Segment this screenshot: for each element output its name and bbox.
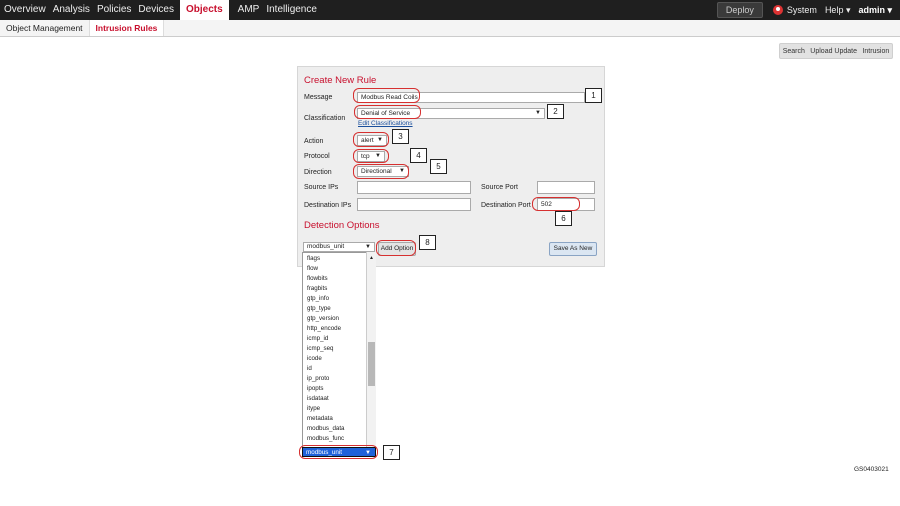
edit-classifications-link[interactable]: Edit Classifications [358,120,413,127]
create-rule-panel: Create New Rule Message Modbus Read Coil… [297,66,605,267]
action-label: Action [304,138,324,145]
rule-toolbar: Search Upload Update Intrusion [779,43,893,59]
destination-ips-input[interactable] [357,198,471,211]
source-port-input[interactable] [537,181,595,194]
top-nav-right: Deploy System Help ▾ admin ▾ [716,0,900,20]
list-item[interactable]: modbus_data [307,425,345,433]
highlight-direction [353,164,409,179]
detection-options-title: Detection Options [304,220,380,231]
highlight-protocol [353,149,389,163]
highlight-add-option [376,240,416,256]
nav-analysis[interactable]: Analysis [50,0,93,20]
message-label: Message [304,94,333,101]
list-item[interactable]: gtp_type [307,305,331,313]
system-menu[interactable]: System [787,5,817,15]
detection-option-list[interactable]: flags flow flowbits fragbits gtp_info gt… [302,252,376,448]
nav-overview[interactable]: Overview [1,0,49,20]
chevron-down-icon: ▼ [365,244,371,250]
page: Overview Analysis Policies Devices Objec… [0,0,900,506]
detection-option-value: modbus_unit [307,243,345,250]
nav-objects[interactable]: Objects [179,0,229,20]
save-as-new-button[interactable]: Save As New [549,242,597,256]
callout-3: 3 [392,129,409,144]
nav-intelligence[interactable]: Intelligence [263,0,320,20]
scroll-up-icon[interactable]: ▲ [369,255,374,261]
protocol-label: Protocol [304,153,330,160]
figure-code: GS0403021 [854,466,889,473]
search-link[interactable]: Search [783,48,805,55]
upload-update-link[interactable]: Upload Update [810,48,857,55]
callout-5: 5 [430,159,447,174]
nav-policies[interactable]: Policies [94,0,134,20]
list-item[interactable]: id [307,365,312,373]
destination-port-label: Destination Port [481,202,531,209]
callout-4: 4 [410,148,427,163]
list-item[interactable]: gtp_info [307,295,329,303]
list-item[interactable]: modbus_func [307,435,344,443]
dropdown-scrollbar[interactable]: ▲ [366,252,376,448]
highlight-message [353,88,420,103]
source-ips-label: Source IPs [304,184,339,191]
nav-devices[interactable]: Devices [135,0,177,20]
source-ips-input[interactable] [357,181,471,194]
destination-ips-label: Destination IPs [304,202,352,209]
chevron-down-icon: ▼ [535,110,541,116]
highlight-destination-port [532,197,580,211]
list-item[interactable]: icode [307,355,322,363]
tab-intrusion-rules[interactable]: Intrusion Rules [89,20,165,36]
direction-label: Direction [304,169,332,176]
intrusion-link[interactable]: Intrusion [862,48,889,55]
source-port-label: Source Port [481,184,518,191]
scrollbar-thumb[interactable] [368,342,375,386]
callout-8: 8 [419,235,436,250]
list-item[interactable]: metadata [307,415,333,423]
sub-nav: Object Management Intrusion Rules [0,20,900,37]
callout-2: 2 [547,104,564,119]
classification-label: Classification [304,115,346,122]
list-item[interactable]: itype [307,405,320,413]
admin-menu[interactable]: admin ▾ [858,5,892,16]
top-nav: Overview Analysis Policies Devices Objec… [0,0,900,20]
list-item[interactable]: ip_proto [307,375,329,383]
list-item[interactable]: gtp_version [307,315,339,323]
help-menu[interactable]: Help ▾ [825,5,851,16]
create-rule-title: Create New Rule [304,75,377,86]
list-item[interactable]: fragbits [307,285,327,293]
highlight-selected-option [299,445,378,459]
callout-7: 7 [383,445,400,460]
list-item[interactable]: flow [307,265,318,273]
system-alert-icon[interactable] [772,5,783,15]
list-item[interactable]: http_encode [307,325,341,333]
list-item[interactable]: flags [307,255,320,263]
list-item[interactable]: icmp_seq [307,345,333,353]
deploy-button[interactable]: Deploy [716,2,763,18]
callout-1: 1 [585,88,602,103]
tab-object-management[interactable]: Object Management [0,20,90,36]
list-item[interactable]: flowbits [307,275,328,283]
detection-option-select[interactable]: modbus_unit ▼ [303,242,375,252]
nav-amp[interactable]: AMP [235,0,263,20]
highlight-action [353,132,389,147]
list-item[interactable]: isdataat [307,395,329,403]
list-item[interactable]: icmp_id [307,335,328,343]
callout-6: 6 [555,211,572,226]
list-item[interactable]: ipopts [307,385,324,393]
highlight-classification [354,105,421,119]
